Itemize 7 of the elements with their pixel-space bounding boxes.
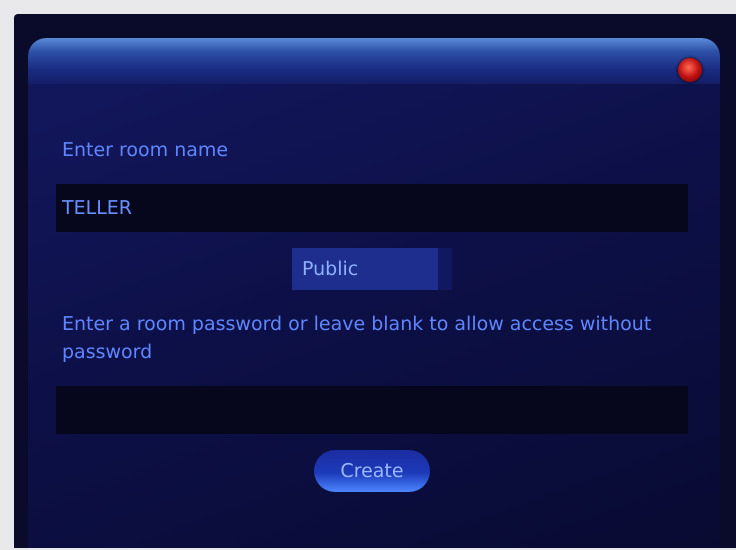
room-name-label: Enter room name (61, 138, 230, 163)
password-label: Enter a room password or leave blank to allow access without password (61, 312, 652, 365)
visibility-dropdown[interactable]: Public (292, 248, 452, 290)
create-button[interactable]: Create (314, 450, 430, 492)
room-name-field[interactable]: TELLER (56, 184, 688, 232)
close-button[interactable] (678, 58, 702, 82)
password-field[interactable] (56, 386, 688, 434)
